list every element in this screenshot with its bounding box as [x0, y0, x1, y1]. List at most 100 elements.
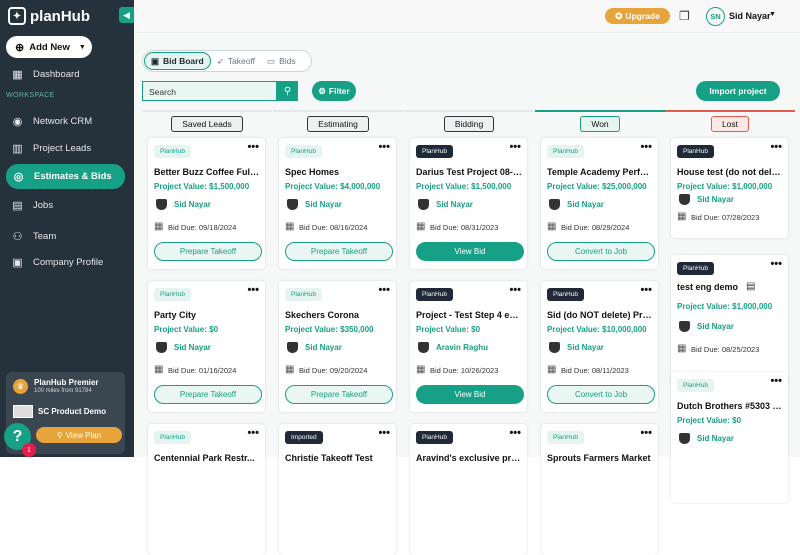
project-value: Project Value: $0 — [416, 325, 481, 334]
sidebar-item-project-leads[interactable]: ▥ Project Leads — [0, 138, 134, 158]
bid-due-date: Bid Due: 09/20/2024 — [299, 366, 368, 375]
filter-icon: ⚙ — [318, 85, 326, 96]
project-card[interactable]: PlanHub ••• Aravind's exclusive project — [410, 424, 527, 555]
project-card[interactable]: PlanHub ••• Centennial Park Restr... — [148, 424, 265, 555]
user-name[interactable]: Sid Nayar — [729, 11, 771, 21]
more-options-icon[interactable]: ••• — [770, 141, 782, 153]
project-card[interactable]: PlanHub ••• Spec Homes Project Value: $4,00… — [279, 138, 396, 269]
more-options-icon[interactable]: ••• — [247, 427, 259, 439]
project-card[interactable]: PlanHub ••• Party City Project Value: $0 Sid… — [148, 281, 265, 412]
more-options-icon[interactable]: ••• — [770, 375, 782, 387]
project-card[interactable]: PlanHub ••• House test (do not delete) Proj… — [671, 138, 788, 238]
sidebar-item-team[interactable]: ⚇ Team — [0, 226, 134, 246]
project-card[interactable]: Imported ••• Christie Takeoff Test — [279, 424, 396, 555]
user-menu-caret-icon[interactable]: ▼ — [769, 11, 776, 18]
assignee-name[interactable]: Aravin Raghu — [436, 343, 488, 352]
more-options-icon[interactable]: ••• — [378, 141, 390, 153]
briefcase-icon: ▤ — [12, 199, 23, 212]
more-options-icon[interactable]: ••• — [509, 284, 521, 296]
more-options-icon[interactable]: ••• — [378, 427, 390, 439]
board-column: Bidding PlanHub ••• Darius Test Project 08-… — [404, 110, 534, 555]
project-card[interactable]: PlanHub ••• Better Buzz Coffee Fuller... Pr… — [148, 138, 265, 269]
tab-takeoff[interactable]: ➶ Takeoff — [211, 52, 261, 70]
view-plan-label: View Plan — [65, 430, 102, 440]
source-badge: PlanHub — [416, 288, 453, 301]
more-options-icon[interactable]: ••• — [640, 284, 652, 296]
more-options-icon[interactable]: ••• — [247, 141, 259, 153]
project-card[interactable]: PlanHub ••• Skechers Corona Project Value: … — [279, 281, 396, 412]
card-action-button[interactable]: Prepare Takeoff — [285, 242, 393, 261]
notification-count-badge: 1 — [22, 443, 36, 457]
board-column: Estimating PlanHub ••• Spec Homes Project Va… — [273, 110, 403, 555]
sidebar-item-label: Team — [33, 230, 57, 242]
assignee-name[interactable]: Sid Nayar — [436, 200, 473, 209]
project-card[interactable]: PlanHub ••• test eng demo Project Value: $1… — [671, 255, 788, 386]
card-action-button[interactable]: Prepare Takeoff — [285, 385, 393, 404]
project-card[interactable]: PlanHub ••• Sid (do NOT delete) Proj... Pro… — [541, 281, 658, 412]
card-action-button[interactable]: Convert to Job — [547, 242, 655, 261]
more-options-icon[interactable]: ••• — [509, 141, 521, 153]
project-card[interactable]: PlanHub ••• Sprouts Farmers Market — [541, 424, 658, 555]
assignee-name[interactable]: Sid Nayar — [567, 200, 604, 209]
card-action-button[interactable]: View Bid — [416, 385, 524, 404]
column-header: Lost — [665, 110, 795, 135]
card-action-button[interactable]: Prepare Takeoff — [154, 242, 262, 261]
more-options-icon[interactable]: ••• — [640, 141, 652, 153]
more-options-icon[interactable]: ••• — [247, 284, 259, 296]
project-card[interactable]: PlanHub ••• Temple Academy Perfor... Projec… — [541, 138, 658, 269]
project-card[interactable]: PlanHub ••• Darius Test Project 08-0... Pro… — [410, 138, 527, 269]
assignee-name[interactable]: Sid Nayar — [697, 195, 734, 204]
sidebar-item-jobs[interactable]: ▤ Jobs — [0, 195, 134, 215]
column-label: Saved Leads — [171, 115, 243, 132]
import-project-button[interactable]: Import project — [696, 81, 780, 101]
source-badge: PlanHub — [285, 145, 322, 158]
search-input[interactable]: Search — [142, 81, 277, 101]
tab-label: Bid Board — [163, 56, 204, 66]
collapse-sidebar-button[interactable]: ◀ — [119, 7, 134, 23]
card-action-button[interactable]: Convert to Job — [547, 385, 655, 404]
project-title: Darius Test Project 08-0... — [416, 167, 522, 177]
project-title: House test (do not delete) — [677, 167, 783, 177]
search-button[interactable]: ⚲ — [277, 81, 298, 101]
chat-icon[interactable]: ❐ — [679, 9, 690, 23]
assignee-name[interactable]: Sid Nayar — [697, 434, 734, 443]
card-action-button[interactable]: Prepare Takeoff — [154, 385, 262, 404]
assignee-name[interactable]: Sid Nayar — [174, 343, 211, 352]
bid-due-date: Bid Due: 07/28/2023 — [691, 213, 760, 222]
board-column: Saved Leads PlanHub ••• Better Buzz Coffee … — [142, 110, 272, 555]
calendar-icon: ▭ — [267, 55, 276, 66]
add-new-button[interactable]: ⊕ Add New ▼ — [6, 36, 92, 58]
app-logo[interactable]: ✦ planHub — [8, 7, 90, 25]
source-badge: PlanHub — [154, 288, 191, 301]
view-plan-button[interactable]: ⚲ View Plan — [36, 427, 122, 443]
sidebar-item-company-profile[interactable]: ▣ Company Profile — [0, 252, 134, 272]
tab-bid-board[interactable]: ▣ Bid Board — [144, 52, 211, 70]
avatar[interactable]: SN — [706, 7, 725, 26]
project-card[interactable]: PlanHub ••• Dutch Brothers #5303 U... Proje… — [671, 372, 788, 503]
plus-circle-icon: ⊕ — [15, 41, 25, 54]
assignee-name[interactable]: Sid Nayar — [305, 200, 342, 209]
sidebar-item-dashboard[interactable]: ▦ Dashboard — [0, 64, 134, 84]
sidebar-item-estimates-bids[interactable]: ◎ Estimates & Bids — [6, 164, 125, 189]
assignee-name[interactable]: Sid Nayar — [174, 200, 211, 209]
tab-bids[interactable]: ▭ Bids — [261, 52, 302, 70]
assignee-name[interactable]: Sid Nayar — [567, 343, 604, 352]
more-options-icon[interactable]: ••• — [770, 258, 782, 270]
user-avatar-icon — [156, 199, 167, 210]
bid-due-date: Bid Due: 08/29/2024 — [561, 223, 630, 232]
source-badge: PlanHub — [285, 288, 322, 301]
sidebar-item-network-crm[interactable]: ◉ Network CRM — [0, 111, 134, 131]
more-options-icon[interactable]: ••• — [640, 427, 652, 439]
assignee-name[interactable]: Sid Nayar — [697, 322, 734, 331]
card-action-button[interactable]: View Bid — [416, 242, 524, 261]
assignee-name[interactable]: Sid Nayar — [305, 343, 342, 352]
sidebar-item-label: Dashboard — [33, 68, 80, 80]
key-icon: ⚲ — [56, 430, 63, 440]
upgrade-button[interactable]: ✪ Upgrade — [605, 8, 670, 24]
project-card[interactable]: PlanHub ••• Project - Test Step 4 em... Pro… — [410, 281, 527, 412]
more-options-icon[interactable]: ••• — [378, 284, 390, 296]
filter-button[interactable]: ⚙ Filter — [312, 81, 356, 101]
more-options-icon[interactable]: ••• — [509, 427, 521, 439]
note-icon[interactable]: ▤ — [746, 281, 755, 292]
calendar-icon: ▦ — [416, 221, 426, 232]
